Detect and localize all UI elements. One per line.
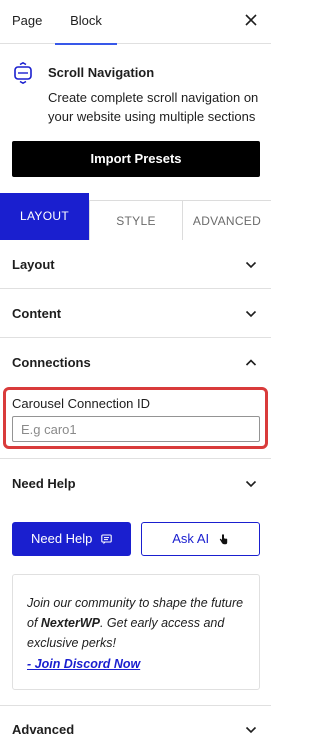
community-brand: NexterWP bbox=[40, 616, 100, 630]
tab-block[interactable]: Block bbox=[55, 0, 117, 45]
carousel-connection-id-input[interactable] bbox=[12, 416, 260, 442]
ask-ai-button[interactable]: Ask AI bbox=[141, 522, 260, 556]
panel-content-label: Content bbox=[12, 306, 62, 321]
community-text: Join our community to shape the future o… bbox=[27, 593, 249, 653]
sidebar-header: Page Block bbox=[0, 0, 271, 45]
block-card: Scroll Navigation Create complete scroll… bbox=[0, 44, 271, 132]
join-discord-link[interactable]: - Join Discord Now bbox=[27, 657, 140, 671]
block-description: Create complete scroll navigation on you… bbox=[48, 90, 259, 124]
panel-need-help-label: Need Help bbox=[12, 476, 76, 491]
community-card: Join our community to shape the future o… bbox=[12, 574, 260, 690]
chevron-up-icon bbox=[245, 359, 257, 366]
panel-content[interactable]: Content bbox=[0, 290, 271, 338]
panel-advanced[interactable]: Advanced bbox=[0, 705, 271, 747]
scroll-navigation-icon bbox=[14, 62, 32, 84]
chevron-down-icon bbox=[245, 310, 257, 318]
tab-page[interactable]: Page bbox=[12, 0, 42, 44]
settings-tabs: LAYOUT STYLE ADVANCED bbox=[0, 193, 271, 240]
chevron-down-icon bbox=[245, 261, 257, 269]
panel-need-help[interactable]: Need Help bbox=[0, 460, 271, 508]
carousel-connection-id-label: Carousel Connection ID bbox=[12, 396, 151, 411]
panel-advanced-label: Advanced bbox=[12, 722, 75, 737]
chevron-down-icon bbox=[245, 480, 257, 488]
tab-advanced[interactable]: ADVANCED bbox=[182, 200, 271, 240]
panel-connections-label: Connections bbox=[12, 355, 91, 370]
panel-connections[interactable]: Connections bbox=[0, 339, 271, 387]
close-icon[interactable] bbox=[243, 12, 259, 28]
block-title: Scroll Navigation bbox=[48, 65, 155, 80]
need-help-button[interactable]: Need Help bbox=[12, 522, 131, 556]
tab-layout[interactable]: LAYOUT bbox=[0, 193, 89, 240]
pointer-hand-icon bbox=[219, 534, 227, 545]
panel-layout[interactable]: Layout bbox=[0, 241, 271, 289]
panel-layout-label: Layout bbox=[12, 257, 55, 272]
tab-style[interactable]: STYLE bbox=[89, 200, 182, 240]
import-presets-button[interactable]: Import Presets bbox=[12, 141, 260, 177]
chat-icon bbox=[101, 534, 112, 545]
ask-ai-button-label: Ask AI bbox=[172, 531, 210, 546]
chevron-down-icon bbox=[245, 726, 257, 734]
need-help-button-label: Need Help bbox=[30, 531, 93, 546]
